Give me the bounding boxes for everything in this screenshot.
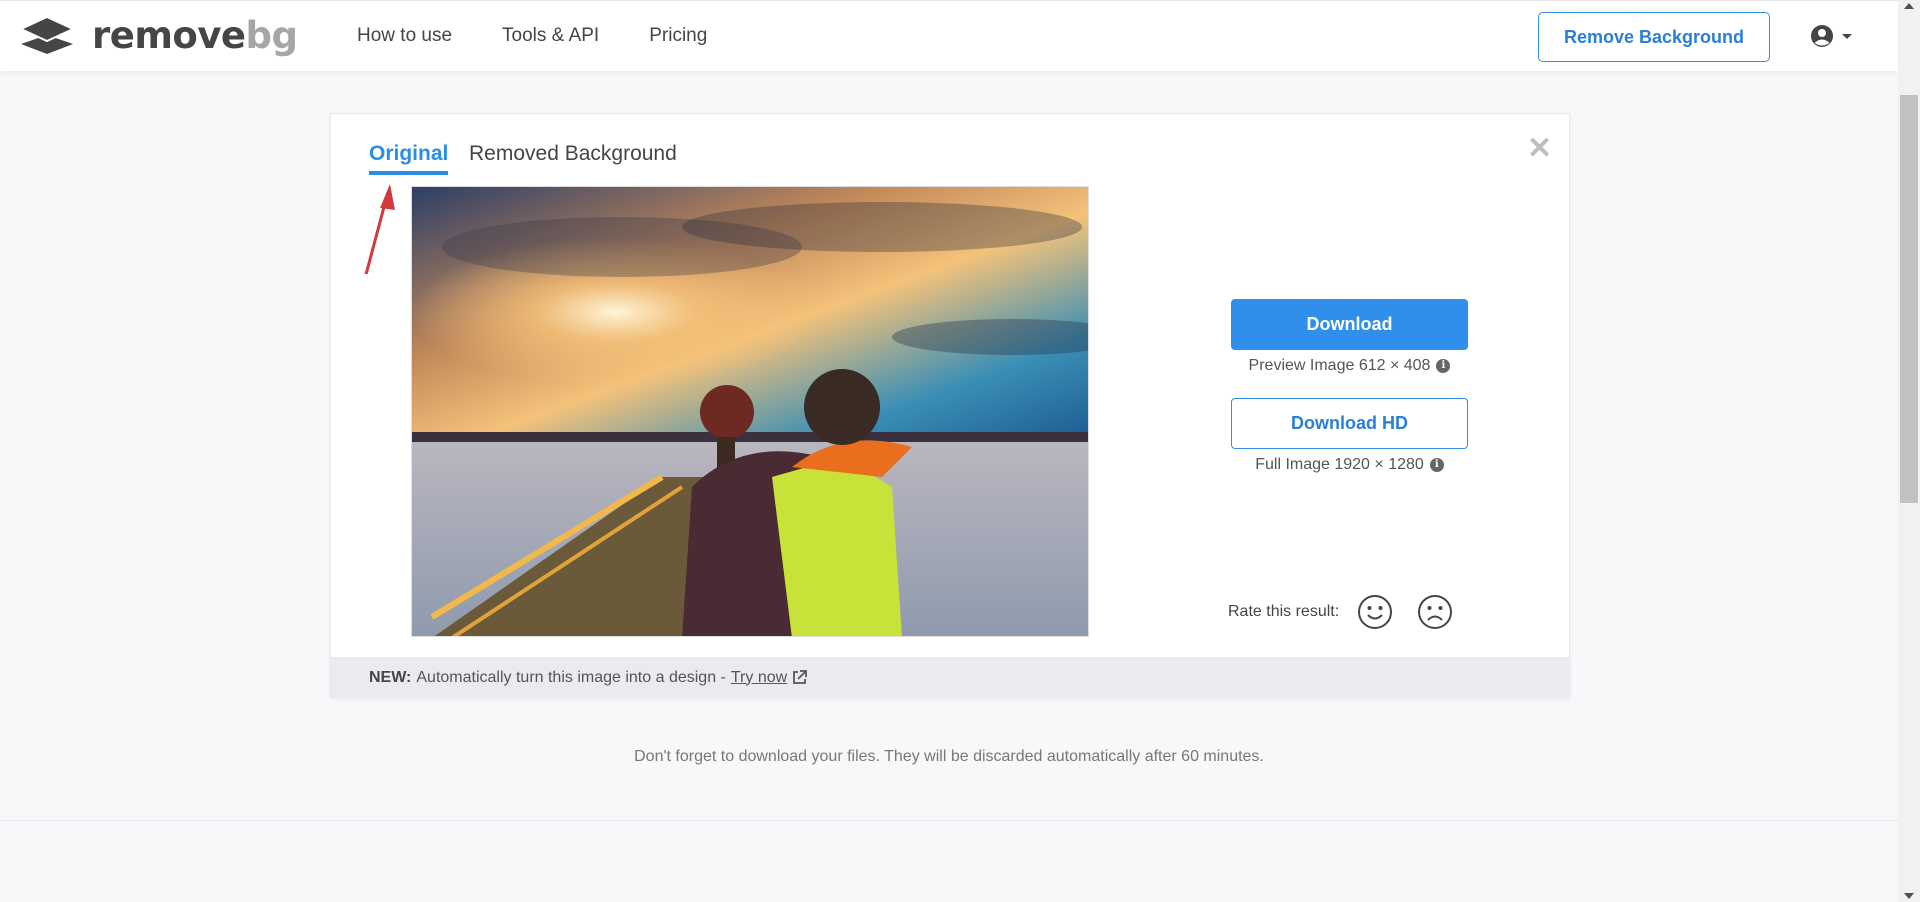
photo-illustration <box>412 187 1088 636</box>
remove-background-button[interactable]: Remove Background <box>1538 12 1770 62</box>
full-image-info: Full Image 1920 × 1280 i <box>1231 456 1468 474</box>
user-menu[interactable] <box>1810 24 1854 48</box>
external-link-icon[interactable] <box>792 670 808 685</box>
sad-face-icon[interactable] <box>1417 594 1453 630</box>
logo-remove-text: remove <box>92 13 246 57</box>
nav-pricing[interactable]: Pricing <box>649 25 707 47</box>
original-photo <box>411 186 1089 637</box>
main-nav: How to use Tools & API Pricing <box>357 25 757 47</box>
page-scrollbar[interactable] <box>1898 0 1920 902</box>
tab-removed-background[interactable]: Removed Background <box>469 142 677 166</box>
scrollbar-thumb[interactable] <box>1900 95 1918 503</box>
scroll-up-arrow-icon[interactable] <box>1904 3 1914 9</box>
nav-tools-api[interactable]: Tools & API <box>502 25 599 47</box>
removebg-logo[interactable]: removebg <box>20 15 298 55</box>
download-button[interactable]: Download <box>1231 299 1468 350</box>
preview-image-size: Preview Image 612 × 408 <box>1248 357 1431 374</box>
preview-image-info: Preview Image 612 × 408 i <box>1231 357 1468 375</box>
rate-result: Rate this result: <box>1228 594 1477 630</box>
top-navbar: removebg How to use Tools & API Pricing … <box>0 0 1898 71</box>
info-icon[interactable]: i <box>1429 458 1444 472</box>
caret-down-icon <box>1842 34 1852 39</box>
result-card: Original Removed Background ✕ Download P… <box>330 113 1570 698</box>
try-now-link[interactable]: Try now <box>731 669 787 687</box>
discard-notice: Don't forget to download your files. The… <box>634 748 1264 765</box>
layers-logo-icon <box>20 15 74 54</box>
smiley-face-icon[interactable] <box>1357 594 1393 630</box>
logo-bg-text: bg <box>245 13 298 57</box>
download-hd-button[interactable]: Download HD <box>1231 398 1468 449</box>
nav-how-to-use[interactable]: How to use <box>357 25 452 47</box>
scroll-down-arrow-icon[interactable] <box>1904 893 1914 899</box>
section-divider <box>0 820 1898 821</box>
rate-label: Rate this result: <box>1228 603 1340 620</box>
promo-text: Automatically turn this image into a des… <box>416 668 726 686</box>
close-icon[interactable]: ✕ <box>1527 134 1552 164</box>
new-label: NEW: <box>369 668 412 686</box>
design-promo-bar: NEW: Automatically turn this image into … <box>331 657 1569 698</box>
user-circle-icon <box>1811 25 1833 47</box>
annotation-arrow-icon <box>364 184 395 274</box>
info-icon[interactable]: i <box>1436 359 1451 373</box>
full-image-size: Full Image 1920 × 1280 <box>1255 456 1424 473</box>
logo-wordmark: removebg <box>92 17 298 54</box>
